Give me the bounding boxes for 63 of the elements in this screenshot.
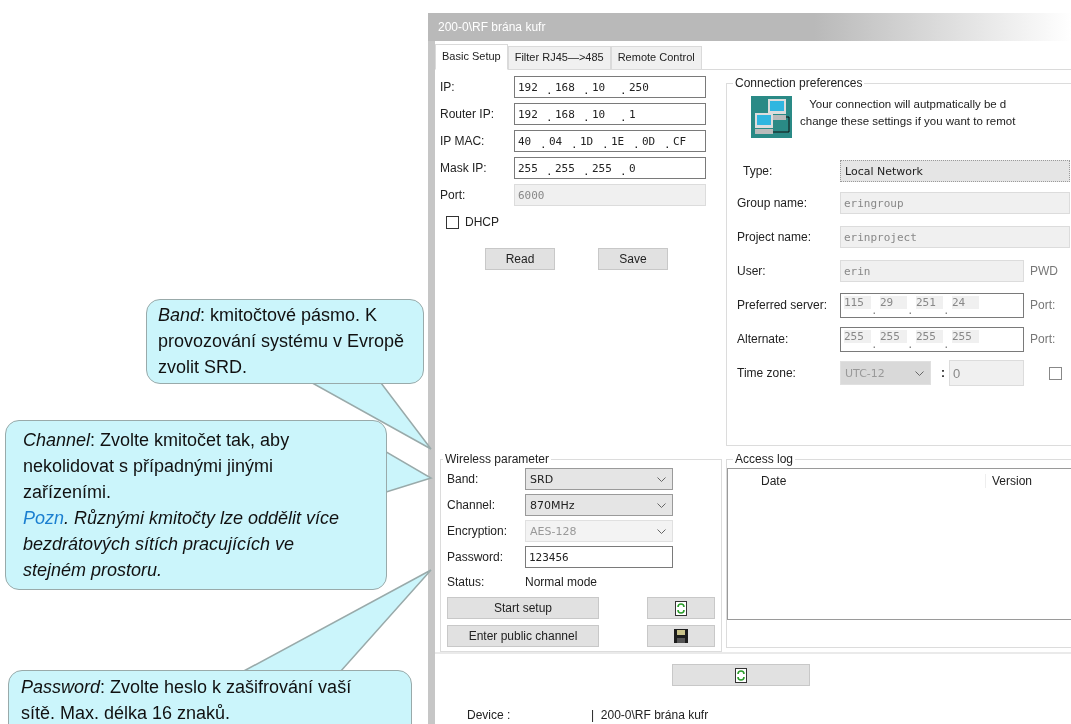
button[interactable]: Start setup: [447, 597, 599, 619]
field-label: IP MAC:: [440, 134, 486, 148]
dropdown[interactable]: 870MHz: [525, 494, 673, 516]
field-label: Password:: [447, 550, 505, 564]
callout-text: Band: kmitočtové pásmo. K provozování systému v Evropě zvolit SRD.: [158, 304, 406, 379]
status-text: Normal mode: [525, 575, 598, 589]
field-label: Channel:: [447, 498, 497, 512]
refresh-icon: [675, 600, 687, 616]
callout-text: Channel: Zvolte kmitočet tak, aby nekolidovat s případnými jinými zařízeními.: [23, 429, 291, 504]
field-label: Time zone:: [737, 366, 797, 380]
network-computers-icon: [751, 96, 792, 138]
button[interactable]: Enter public channel: [447, 625, 599, 647]
field-label: Type:: [743, 164, 774, 178]
info-text: Your connection will autpmatically be d: [809, 97, 1007, 112]
field-label: Alternate:: [737, 332, 790, 346]
field-label: Port:: [1030, 332, 1056, 346]
field-label: Port:: [440, 188, 467, 202]
tab[interactable]: Basic Setup: [435, 44, 508, 70]
ip-field[interactable]: 192 . 168 . 10 . 1: [514, 103, 706, 125]
field-label: Mask IP:: [440, 161, 488, 175]
field-label: User:: [737, 264, 767, 278]
field-label: Group name:: [737, 196, 809, 210]
field-label: Status:: [447, 575, 486, 589]
field-label: Port:: [1030, 298, 1056, 312]
column-header: Date: [761, 474, 986, 488]
field-label: Preferred server:: [737, 298, 829, 312]
info-text: change these settings if you want to remot: [800, 114, 1016, 129]
checkbox-label: DHCP: [465, 215, 499, 229]
field-label: IP:: [440, 80, 456, 94]
device-name: | 200-0\RF brána kufr: [591, 708, 709, 722]
chevron-down-icon: [915, 370, 924, 376]
checkbox[interactable]: [446, 215, 459, 229]
field-label: PWD: [1030, 264, 1058, 278]
ip-field[interactable]: 255 . 255 . 255 . 0: [514, 157, 706, 179]
field-label: Encryption:: [447, 524, 509, 538]
refresh-button[interactable]: [647, 597, 715, 619]
ip-field[interactable]: 192 . 168 . 10 . 250: [514, 76, 706, 98]
mac-field[interactable]: 40 . 04 . 1D . 1E . 0D . CF: [514, 130, 706, 152]
button[interactable]: Read: [485, 248, 555, 270]
password-field[interactable]: 123456: [525, 546, 673, 568]
button[interactable]: Save: [598, 248, 668, 270]
column-header: Version: [986, 474, 1071, 488]
group-title: Wireless parameter: [444, 452, 551, 466]
note-link[interactable]: Pozn: [23, 508, 65, 528]
chevron-down-icon: [657, 528, 666, 534]
save-button[interactable]: [647, 625, 715, 647]
field-label: Band:: [447, 472, 480, 486]
device-label: Device :: [467, 708, 512, 722]
separator-text: :: [941, 366, 945, 380]
tab[interactable]: Remote Control: [610, 46, 702, 69]
refresh-icon: [735, 667, 747, 683]
save-icon: [674, 629, 688, 643]
field-label: Project name:: [737, 230, 813, 244]
dropdown[interactable]: Local Network: [840, 160, 1070, 182]
group-title: Access log: [734, 452, 795, 466]
chevron-down-icon: [657, 476, 666, 482]
group-title: Connection preferences: [734, 76, 864, 90]
callout-text: Pozn. Různými kmitočty lze oddělit více bezdrátových sítích pracujících ve stejném prostoru.: [23, 507, 341, 582]
callout-text: Password: Zvolte heslo k zašifrování vaší sítě. Max. délka 16 znaků.: [21, 676, 353, 724]
dropdown[interactable]: SRD: [525, 468, 673, 490]
tab[interactable]: Filter RJ45—>485: [507, 46, 611, 69]
field-label: Router IP:: [440, 107, 496, 121]
chevron-down-icon: [657, 502, 666, 508]
